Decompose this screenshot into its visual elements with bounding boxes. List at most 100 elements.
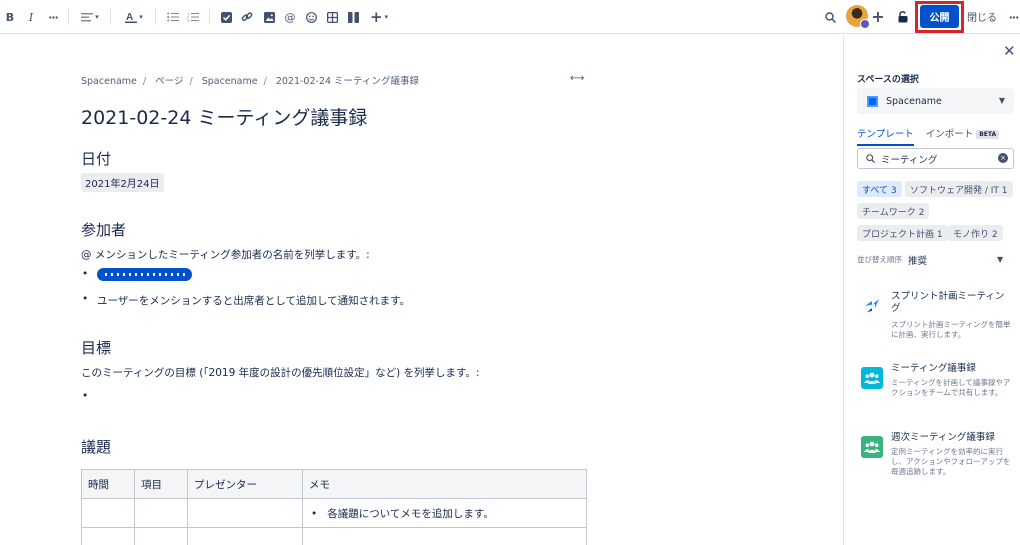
table-cell[interactable] — [187, 527, 303, 545]
bullet-list-button[interactable] — [166, 8, 180, 26]
toolbar-divider — [110, 9, 111, 25]
alignment-button[interactable]: ▾ — [78, 8, 102, 26]
breadcrumb-separator: / — [263, 76, 267, 87]
sprint-icon — [861, 295, 883, 317]
invite-button[interactable]: + — [870, 6, 886, 26]
publish-button[interactable]: 公開 — [920, 5, 959, 28]
bold-button[interactable]: B — [4, 8, 16, 26]
table-cell[interactable]: 各議題についてメモを追加します。 — [302, 498, 587, 528]
filter-chip-all[interactable]: すべて 3 — [857, 181, 902, 197]
image-icon — [263, 11, 275, 23]
table-cell[interactable] — [134, 527, 188, 545]
breadcrumb: Spacename / ページ / Spacename / 2021-02-24 ミー… — [81, 73, 425, 87]
table-header-cell[interactable]: 時間 — [81, 469, 135, 499]
breadcrumb-item[interactable]: ページ — [155, 76, 183, 87]
template-description: ミーティングを計画して議事録やアクションをチームで共有します。 — [891, 378, 1011, 397]
table-row: 各議題についてメモを追加します。 — [81, 498, 587, 528]
layout-button[interactable] — [346, 8, 360, 26]
table-cell-note: 各議題についてメモを追加します。 — [309, 508, 494, 520]
goal-heading: 目標 — [81, 339, 112, 357]
more-options-button[interactable]: ··· — [1007, 8, 1020, 26]
date-chip[interactable]: 2021年2月24日 — [81, 173, 164, 192]
filter-chip-making[interactable]: モノ作り 2 — [948, 225, 1003, 241]
user-mention[interactable] — [97, 268, 192, 281]
template-card-meeting-notes[interactable]: ミーティング議事録 ミーティングを計画して議事録やアクションをチームで共有します… — [861, 363, 1011, 418]
filter-chip-software[interactable]: ソフトウェア開発 / IT 1 — [905, 181, 1013, 197]
space-select-label: スペースの選択 — [857, 75, 919, 85]
table-cell[interactable] — [81, 527, 135, 545]
clear-search-icon[interactable]: × — [998, 153, 1008, 163]
participants-intro: @ メンションしたミーティング参加者の名前を列挙します。: — [81, 249, 370, 261]
link-button[interactable] — [240, 8, 254, 26]
participants-heading: 参加者 — [81, 221, 127, 239]
page-title[interactable]: 2021-02-24 ミーティング議事録 — [81, 103, 367, 130]
text-color-button[interactable]: A ▾ — [122, 8, 146, 26]
table-cell[interactable] — [302, 527, 587, 545]
action-item-button[interactable] — [219, 8, 233, 26]
breadcrumb-item[interactable]: Spacename — [202, 76, 258, 87]
agenda-table: 時間 項目 プレゼンター メモ 各議題についてメモを追加します。 — [81, 469, 587, 545]
avatar[interactable] — [846, 5, 870, 29]
sort-select[interactable]: 推奨 — [908, 253, 927, 267]
search-value: ミーティング — [881, 154, 938, 166]
participants-note-text: ユーザーをメンションすると出席者として追加して通知されます。 — [97, 295, 411, 307]
toolbar-divider — [209, 9, 210, 25]
numbered-list-button[interactable]: 123 — [186, 8, 200, 26]
close-button[interactable]: 閉じる — [967, 9, 997, 24]
space-selector[interactable]: Spacename ▼ — [857, 88, 1014, 114]
agenda-heading: 議題 — [81, 438, 112, 456]
table-button[interactable] — [325, 8, 339, 26]
chevron-down-icon: ▾ — [384, 13, 389, 21]
tab-templates[interactable]: テンプレート — [857, 126, 914, 146]
chevron-down-icon: ▾ — [139, 13, 143, 21]
template-card-weekly-meeting[interactable]: 週次ミーティング議事録 定例ミーティングを効率的に実行し、アクションやフォローア… — [861, 432, 1011, 492]
emoji-icon — [305, 11, 317, 23]
plus-icon: + — [871, 6, 885, 26]
table-cell[interactable] — [81, 498, 135, 528]
editor-area: Spacename / ページ / Spacename / 2021-02-24 ミー… — [0, 35, 843, 545]
filter-chip-teamwork[interactable]: チームワーク 2 — [857, 203, 930, 219]
toolbar-divider — [68, 9, 69, 25]
table-header-cell[interactable]: プレゼンター — [187, 469, 303, 499]
expand-width-icon[interactable]: ⟷ — [570, 73, 584, 84]
restrictions-button[interactable] — [896, 8, 910, 26]
avatar-status-badge — [860, 19, 870, 29]
table-cell[interactable] — [187, 498, 303, 528]
filter-chip-project[interactable]: プロジェクト計画 1 — [857, 225, 948, 241]
more-formatting-button[interactable]: ··· — [45, 8, 61, 26]
space-name: Spacename — [886, 95, 942, 107]
close-icon[interactable]: ✕ — [1003, 44, 1016, 59]
table-header-cell[interactable]: 項目 — [134, 469, 188, 499]
breadcrumb-item[interactable]: 2021-02-24 ミーティング議事録 — [276, 76, 419, 87]
find-button[interactable] — [823, 8, 837, 26]
chevron-down-icon: ▼ — [998, 96, 1005, 105]
bullet-list-icon — [167, 12, 179, 22]
participant-bullet — [82, 268, 192, 281]
template-search-input[interactable]: ミーティング × — [857, 148, 1014, 169]
template-title: ミーティング議事録 — [891, 363, 976, 374]
image-button[interactable] — [262, 8, 276, 26]
breadcrumb-separator: / — [142, 76, 147, 87]
people-icon — [861, 367, 883, 389]
insert-button[interactable]: + ▾ — [368, 8, 390, 26]
panel-tabs: テンプレート インポート BETA — [857, 126, 1011, 146]
template-card-sprint[interactable]: スプリント計画ミーティング スプリント計画ミーティングを簡単に計画、実行します。 — [861, 291, 1011, 346]
table-header-cell[interactable]: メモ — [302, 469, 587, 499]
emoji-button[interactable] — [304, 8, 318, 26]
tab-import[interactable]: インポート BETA — [925, 126, 1000, 146]
mention-button[interactable]: @ — [283, 8, 297, 26]
table-cell[interactable] — [134, 498, 188, 528]
chevron-down-icon: ▾ — [95, 13, 99, 21]
beta-badge: BETA — [976, 130, 1000, 139]
link-icon — [241, 12, 253, 22]
toolbar-divider — [155, 9, 156, 25]
people-icon — [861, 436, 883, 458]
breadcrumb-item[interactable]: Spacename — [81, 76, 137, 87]
align-left-icon — [81, 13, 94, 22]
participants-note-bullet: ユーザーをメンションすると出席者として追加して通知されます。 — [82, 293, 411, 308]
checkbox-icon — [220, 11, 232, 23]
chevron-down-icon[interactable]: ▼ — [997, 255, 1003, 264]
space-logo-icon — [867, 95, 878, 107]
tab-import-label: インポート — [925, 129, 974, 140]
italic-button[interactable]: I — [25, 8, 37, 26]
